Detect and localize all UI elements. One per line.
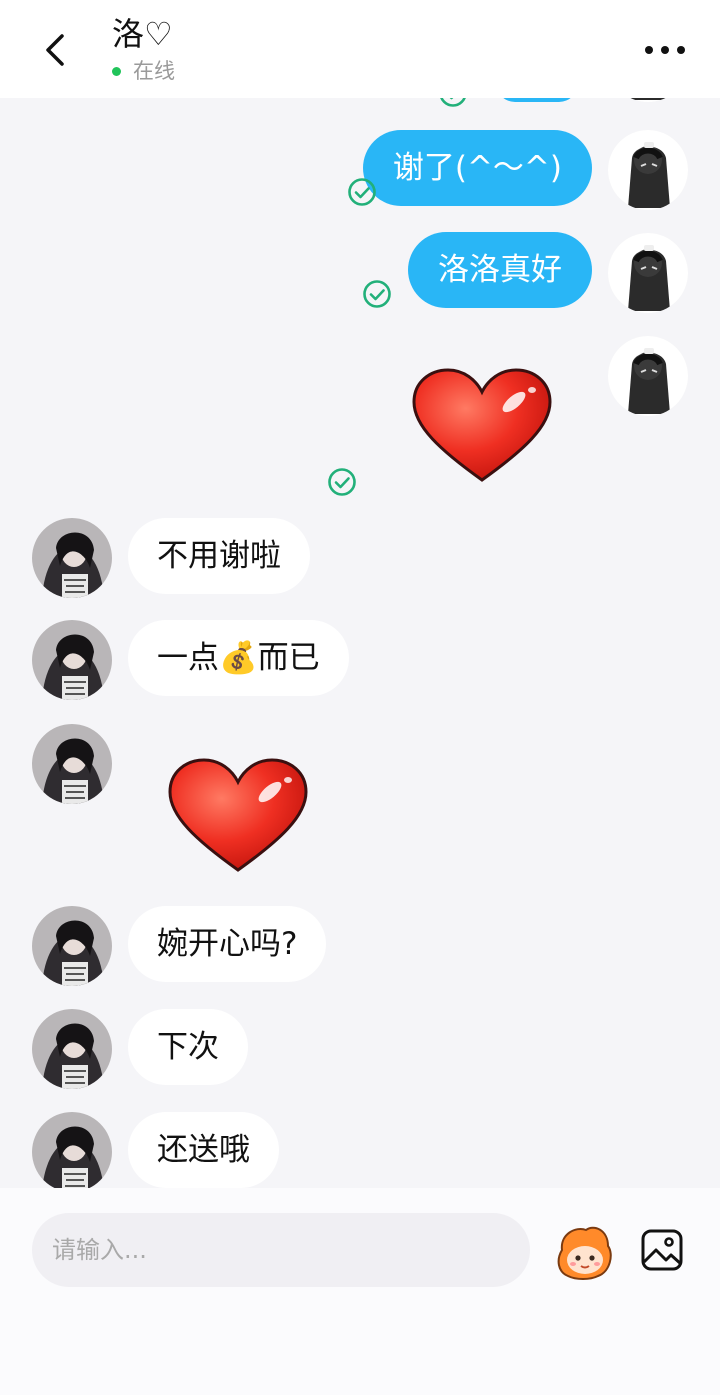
contact-avatar[interactable] — [32, 1009, 112, 1089]
emoji-face-icon[interactable] — [554, 1224, 614, 1280]
back-chevron-icon[interactable] — [38, 30, 74, 70]
image-icon[interactable] — [640, 1228, 684, 1272]
my-avatar[interactable] — [608, 233, 688, 313]
my-avatar[interactable] — [608, 98, 688, 102]
message-input[interactable] — [32, 1213, 530, 1287]
online-status: 在线 — [112, 58, 175, 84]
online-dot-icon — [112, 66, 121, 76]
heart-sticker[interactable] — [166, 758, 310, 878]
incoming-message-bubble[interactable]: 还送哦 — [128, 1112, 279, 1188]
heart-sticker[interactable] — [410, 368, 554, 488]
incoming-message-bubble[interactable]: 一点💰而已 — [128, 620, 349, 696]
my-avatar[interactable] — [608, 130, 688, 210]
my-avatar[interactable] — [608, 336, 688, 416]
contact-avatar[interactable] — [32, 906, 112, 986]
more-dots-icon[interactable] — [640, 34, 690, 66]
status-label: 在线 — [133, 59, 175, 83]
contact-avatar[interactable] — [32, 620, 112, 700]
previous-message-bubble — [496, 98, 578, 102]
message-list[interactable]: 谢了(^〜^) 洛洛真好 不用谢啦 一点💰而已 婉开心吗? 下次 还送哦 — [0, 98, 720, 1188]
contact-avatar[interactable] — [32, 1112, 112, 1188]
read-check-icon — [439, 98, 467, 107]
contact-avatar[interactable] — [32, 518, 112, 598]
incoming-message-bubble[interactable]: 不用谢啦 — [128, 518, 310, 594]
contact-name: 洛♡ — [112, 15, 173, 53]
composer-bar — [0, 1188, 720, 1395]
contact-avatar[interactable] — [32, 724, 112, 804]
chat-header: 洛♡ 在线 — [0, 0, 720, 98]
outgoing-message-bubble[interactable]: 谢了(^〜^) — [362, 130, 592, 206]
read-check-icon — [348, 178, 376, 206]
incoming-message-bubble[interactable]: 下次 — [128, 1009, 248, 1085]
outgoing-message-bubble[interactable]: 洛洛真好 — [408, 232, 592, 308]
read-check-icon — [363, 280, 391, 308]
read-check-icon — [328, 468, 356, 496]
incoming-message-bubble[interactable]: 婉开心吗? — [128, 906, 327, 982]
